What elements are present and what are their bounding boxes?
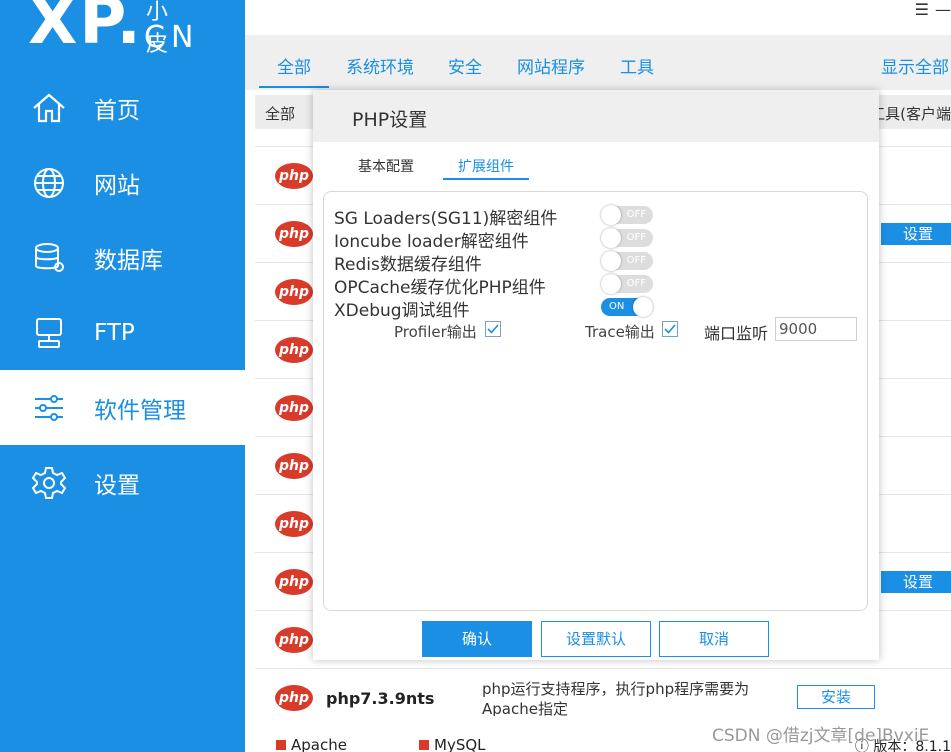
php-logo-icon: php	[275, 337, 313, 363]
software-description: php运行支持程序，执行php程序需要为Apache指定	[482, 680, 750, 718]
sidebar-item-label: 网站	[94, 172, 140, 199]
tab-web-apps[interactable]: 网站程序	[517, 53, 585, 78]
sidebar-item-home[interactable]: 首页	[0, 70, 245, 145]
tab-extensions[interactable]: 扩展组件	[443, 156, 529, 180]
sidebar-nav: 首页 网站 数据库 FTP 软件管理 设置	[0, 70, 245, 520]
install-button[interactable]: 安装	[797, 685, 875, 709]
confirm-button[interactable]: 确认	[422, 621, 532, 657]
php-logo-icon: php	[275, 627, 313, 653]
apache-status-icon	[276, 740, 286, 750]
sidebar-item-settings[interactable]: 设置	[0, 445, 245, 520]
settings-button[interactable]: 设置	[881, 223, 951, 245]
database-icon	[30, 239, 68, 277]
tab-security[interactable]: 安全	[448, 53, 482, 78]
profiler-output-label: Profiler输出	[394, 323, 477, 341]
globe-icon	[30, 164, 68, 202]
cancel-button[interactable]: 取消	[659, 621, 769, 657]
sidebar-item-label: 首页	[94, 97, 140, 124]
mysql-status: MySQL	[434, 736, 486, 752]
sidebar-item-label: 软件管理	[94, 397, 186, 424]
sidebar-item-label: 设置	[94, 472, 140, 499]
check-icon	[664, 324, 676, 334]
toggle-knob	[633, 297, 653, 317]
list-header-left: 全部	[265, 105, 296, 123]
toggle-ioncube[interactable]: OFF	[601, 228, 653, 248]
toggle-state: OFF	[626, 209, 646, 220]
tab-system-env[interactable]: 系统环境	[346, 53, 414, 78]
php-logo-icon: php	[275, 279, 313, 305]
sidebar-item-website[interactable]: 网站	[0, 145, 245, 220]
toggle-state: OFF	[626, 278, 646, 289]
toggle-redis[interactable]: OFF	[601, 251, 653, 271]
toggle-opcache[interactable]: OFF	[601, 274, 653, 294]
component-label-redis: Redis数据缓存组件	[334, 255, 482, 275]
apache-status: Apache	[291, 736, 347, 752]
watermark: CSDN @借zj文章[de]BvxiE	[712, 726, 930, 746]
gear-icon	[30, 464, 68, 502]
sliders-icon	[30, 389, 68, 427]
trace-output-label: Trace输出	[585, 323, 655, 341]
toggle-state: OFF	[626, 255, 646, 266]
php-logo-icon: php	[275, 569, 313, 595]
minimize-icon[interactable]: —	[935, 0, 951, 19]
home-icon	[30, 89, 68, 127]
trace-output-checkbox[interactable]	[662, 321, 678, 337]
dialog-title: PHP设置	[352, 109, 428, 131]
list-header-right: 工具(客户端	[870, 105, 951, 123]
dialog-header: PHP设置	[313, 90, 879, 142]
php-settings-dialog: PHP设置 基本配置 扩展组件 SG Loaders(SG11)解密组件 OFF…	[313, 90, 879, 660]
settings-button[interactable]: 设置	[881, 571, 951, 593]
sidebar-item-database[interactable]: 数据库	[0, 220, 245, 295]
php-logo-icon: php	[275, 511, 313, 537]
component-label-sg11: SG Loaders(SG11)解密组件	[334, 209, 558, 229]
php-logo-icon: php	[275, 453, 313, 479]
sidebar: XP. 小皮 CN 首页 网站 数据库 FTP 软件管理 设置	[0, 0, 245, 752]
show-all-link[interactable]: 显示全部	[881, 53, 949, 78]
logo-main: XP.	[28, 0, 143, 59]
title-bar: ☰ —	[245, 0, 951, 35]
check-icon	[487, 324, 499, 334]
port-listen-input[interactable]	[775, 317, 857, 341]
php-logo-icon: php	[275, 685, 313, 711]
toggle-sg11[interactable]: OFF	[601, 205, 653, 225]
tab-all[interactable]: 全部	[259, 53, 329, 88]
profiler-output-checkbox[interactable]	[485, 321, 501, 337]
menu-icon[interactable]: ☰	[915, 0, 929, 19]
set-default-button[interactable]: 设置默认	[541, 621, 651, 657]
toggle-knob	[601, 274, 621, 294]
php-logo-icon: php	[275, 395, 313, 421]
toggle-xdebug[interactable]: ON	[601, 297, 653, 317]
sidebar-item-label: FTP	[94, 319, 135, 346]
toggle-state: OFF	[626, 232, 646, 243]
tab-tools[interactable]: 工具	[620, 53, 654, 78]
php-logo-icon: php	[275, 221, 313, 247]
extensions-panel: SG Loaders(SG11)解密组件 OFF Ioncube loader解…	[323, 191, 868, 611]
sidebar-item-label: 数据库	[94, 247, 163, 274]
php-logo-icon: php	[275, 163, 313, 189]
component-label-xdebug: XDebug调试组件	[334, 301, 470, 321]
toggle-knob	[601, 251, 621, 271]
toggle-knob	[601, 205, 621, 225]
sidebar-item-software[interactable]: 软件管理	[0, 370, 245, 445]
toggle-state: ON	[609, 301, 625, 312]
ftp-monitor-icon	[30, 314, 68, 352]
logo-cn: CN	[144, 20, 200, 55]
component-label-opcache: OPCache缓存优化PHP组件	[334, 278, 546, 298]
software-name: php7.3.9nts	[326, 689, 435, 708]
sidebar-item-ftp[interactable]: FTP	[0, 295, 245, 370]
tab-basic-config[interactable]: 基本配置	[358, 156, 414, 176]
component-label-ioncube: Ioncube loader解密组件	[334, 232, 529, 252]
category-tabs: 全部 系统环境 安全 网站程序 工具 显示全部	[245, 35, 951, 90]
toggle-knob	[601, 228, 621, 248]
port-listen-label: 端口监听	[704, 324, 769, 343]
mysql-status-icon	[419, 740, 429, 750]
